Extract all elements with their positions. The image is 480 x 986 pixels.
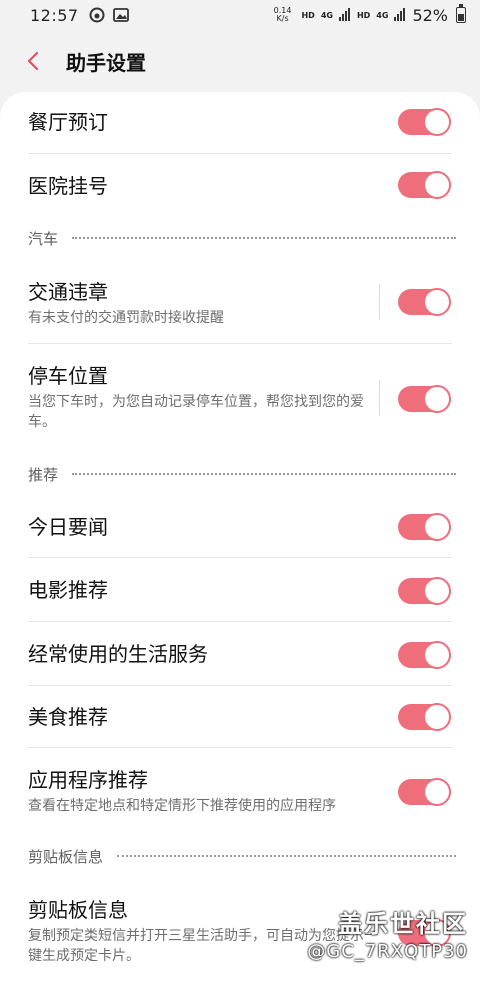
watermark-user: @GC_7RXQTP30 xyxy=(307,941,468,962)
hd-badge-1: HD xyxy=(301,10,315,20)
setting-label: 交通违章 xyxy=(28,280,108,304)
section-label: 剪贴板信息 xyxy=(28,847,104,866)
setting-label: 餐厅预订 xyxy=(28,110,108,134)
section-label: 汽车 xyxy=(28,229,59,248)
setting-description: 当您下车时，为您自动记录停车位置，帮您找到您的爱车。 xyxy=(28,394,364,430)
network-speed: 0.14 K/s xyxy=(273,6,292,23)
section-header-clipboard: 剪贴板信息 xyxy=(28,846,456,866)
section-header-car: 汽车 xyxy=(28,228,456,248)
setting-row-apps[interactable]: 应用程序推荐 查看在特定地点和特定情形下推荐使用的应用程序 xyxy=(28,748,452,832)
setting-row-life-services[interactable]: 经常使用的生活服务 xyxy=(28,622,452,686)
watermark-brand: 盖乐世社区 xyxy=(338,910,468,938)
life-services-toggle[interactable] xyxy=(398,641,451,669)
setting-label: 医院挂号 xyxy=(28,174,108,198)
setting-description: 查看在特定地点和特定情形下推荐使用的应用程序 xyxy=(28,798,336,814)
apps-toggle[interactable] xyxy=(398,778,451,806)
hd-badge-2: HD xyxy=(356,10,371,20)
section-dotted-line xyxy=(117,855,456,857)
setting-label: 美食推荐 xyxy=(28,705,108,729)
signal-icon-2 xyxy=(394,6,406,25)
section-label: 推荐 xyxy=(28,465,59,484)
food-toggle[interactable] xyxy=(398,703,451,731)
restaurant-toggle[interactable] xyxy=(398,108,451,136)
page-title: 助手设置 xyxy=(66,50,146,75)
setting-label: 停车位置 xyxy=(28,364,108,388)
section-header-recommend: 推荐 xyxy=(28,464,456,484)
setting-label: 应用程序推荐 xyxy=(28,768,148,792)
setting-row-hospital[interactable]: 医院挂号 xyxy=(28,154,452,218)
setting-row-food[interactable]: 美食推荐 xyxy=(28,686,452,748)
watermark: 盖乐世社区 @GC_7RXQTP30 xyxy=(307,904,468,962)
section-dotted-line xyxy=(72,237,456,239)
traffic-toggle[interactable] xyxy=(398,288,451,316)
setting-description: 有未支付的交通罚款时接收提醒 xyxy=(28,310,224,326)
setting-row-news[interactable]: 今日要闻 xyxy=(28,496,452,558)
app-header: 助手设置 xyxy=(0,30,480,92)
movies-toggle[interactable] xyxy=(398,577,451,605)
back-button[interactable] xyxy=(18,46,48,76)
battery-icon xyxy=(456,4,466,23)
toggle-separator xyxy=(379,380,380,416)
lte-badge-2: 4G xyxy=(376,10,389,20)
toggle-separator xyxy=(379,284,380,320)
setting-row-traffic[interactable]: 交通违章 有未支付的交通罚款时接收提醒 xyxy=(28,264,452,344)
weibo-notification-icon xyxy=(89,7,105,23)
hospital-toggle[interactable] xyxy=(398,171,451,199)
setting-row-movies[interactable]: 电影推荐 xyxy=(28,558,452,622)
setting-row-restaurant[interactable]: 餐厅预订 xyxy=(28,92,452,154)
section-dotted-line xyxy=(72,473,456,475)
status-bar: 12:57 0.14 K/s HD 4G HD 4G 52% xyxy=(0,0,480,30)
lte-badge-1: 4G xyxy=(320,10,333,20)
signal-icon-1 xyxy=(338,6,351,25)
gallery-notification-icon xyxy=(112,7,129,23)
setting-row-parking[interactable]: 停车位置 当您下车时，为您自动记录停车位置，帮您找到您的爱车。 xyxy=(28,344,452,450)
parking-toggle[interactable] xyxy=(398,385,451,413)
chevron-left-icon xyxy=(27,51,39,71)
status-time: 12:57 xyxy=(30,5,79,25)
setting-label: 电影推荐 xyxy=(28,578,108,602)
battery-percent: 52% xyxy=(412,5,448,25)
news-toggle[interactable] xyxy=(398,513,451,541)
setting-label: 今日要闻 xyxy=(28,515,108,539)
setting-label: 经常使用的生活服务 xyxy=(28,642,208,666)
